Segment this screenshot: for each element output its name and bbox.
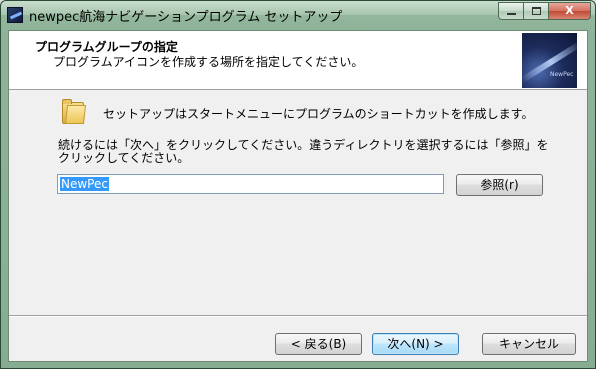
minimize-button[interactable] [498, 2, 524, 20]
header-logo-image: NewPec [522, 33, 577, 88]
close-button[interactable]: X [548, 2, 591, 20]
close-icon: X [565, 4, 574, 17]
title-bar[interactable]: newpec航海ナビゲーションプログラム セットアップ X [1, 1, 595, 29]
minimize-icon [507, 13, 516, 15]
page-subtitle: プログラムアイコンを作成する場所を指定してください。 [53, 55, 364, 69]
program-group-selected-text: NewPec [60, 177, 109, 191]
maximize-icon [532, 7, 541, 15]
app-icon[interactable] [7, 7, 23, 23]
wizard-header: プログラムグループの指定 プログラムアイコンを作成する場所を指定してください。 … [9, 31, 587, 90]
folder-icon-front [65, 105, 86, 124]
window-title: newpec航海ナビゲーションプログラム セットアップ [29, 10, 343, 25]
footer-divider [9, 315, 587, 317]
intro-text: セットアップはスタートメニューにプログラムのショートカットを作成します。 [103, 107, 534, 121]
cancel-button[interactable]: キャンセル [482, 333, 576, 355]
folder-icon [62, 99, 86, 125]
program-group-input[interactable] [57, 174, 444, 194]
browse-button[interactable]: 参照(r) [456, 174, 543, 196]
back-button[interactable]: < 戻る(B) [275, 333, 362, 355]
logo-caption: NewPec [550, 71, 574, 78]
folder-icon-tab [62, 99, 72, 104]
wizard-client-area: プログラムグループの指定 プログラムアイコンを作成する場所を指定してください。 … [8, 30, 588, 362]
setup-window: newpec航海ナビゲーションプログラム セットアップ X プログラムグループの… [0, 0, 596, 369]
instruction-text: 続けるには「次へ」をクリックしてください。違うディレクトリを選択するには「参照」… [58, 138, 549, 165]
next-button[interactable]: 次へ(N) > [372, 333, 459, 355]
maximize-button[interactable] [523, 2, 549, 20]
